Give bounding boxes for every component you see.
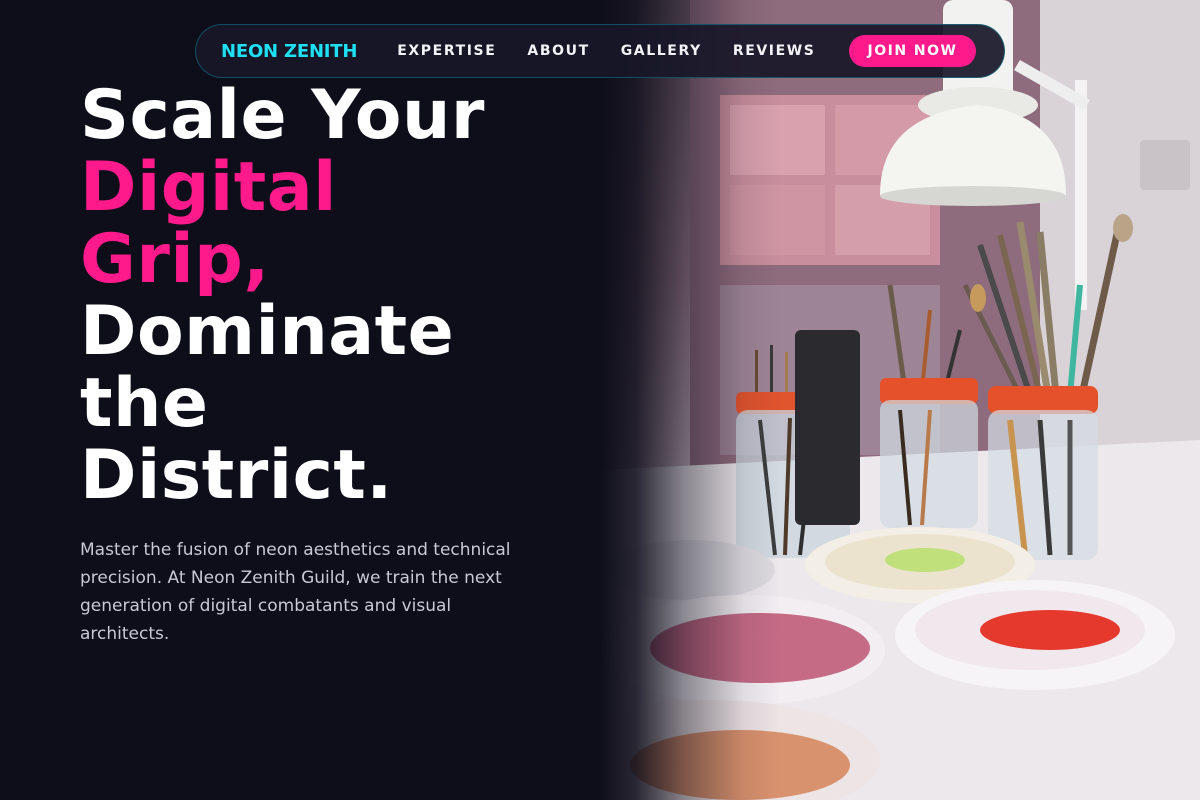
join-now-button[interactable]: JOIN NOW <box>848 35 977 67</box>
headline-line-3: Grip, <box>80 220 270 299</box>
hero-headline: Scale Your Digital Grip, Dominate the Di… <box>80 80 580 512</box>
art-studio-illustration <box>600 0 1200 800</box>
hero-image <box>600 0 1200 800</box>
nav-links: EXPERTISE ABOUT GALLERY REVIEWS <box>397 43 846 59</box>
nav-link-gallery[interactable]: GALLERY <box>621 43 702 59</box>
headline-line-4: Dominate <box>80 292 455 371</box>
nav-bar: NEON ZENITH EXPERTISE ABOUT GALLERY REVI… <box>195 24 1005 78</box>
headline-line-5: the <box>80 364 209 443</box>
headline-line-6: District. <box>80 436 393 515</box>
hero-subtitle: Master the fusion of neon aesthetics and… <box>80 540 511 644</box>
headline-line-1: Scale Your <box>80 76 485 155</box>
headline-line-2: Digital <box>80 148 337 227</box>
nav-link-reviews[interactable]: REVIEWS <box>733 43 816 59</box>
brand-logo[interactable]: NEON ZENITH <box>221 41 357 62</box>
nav-link-about[interactable]: ABOUT <box>527 43 589 59</box>
nav-link-expertise[interactable]: EXPERTISE <box>397 43 496 59</box>
